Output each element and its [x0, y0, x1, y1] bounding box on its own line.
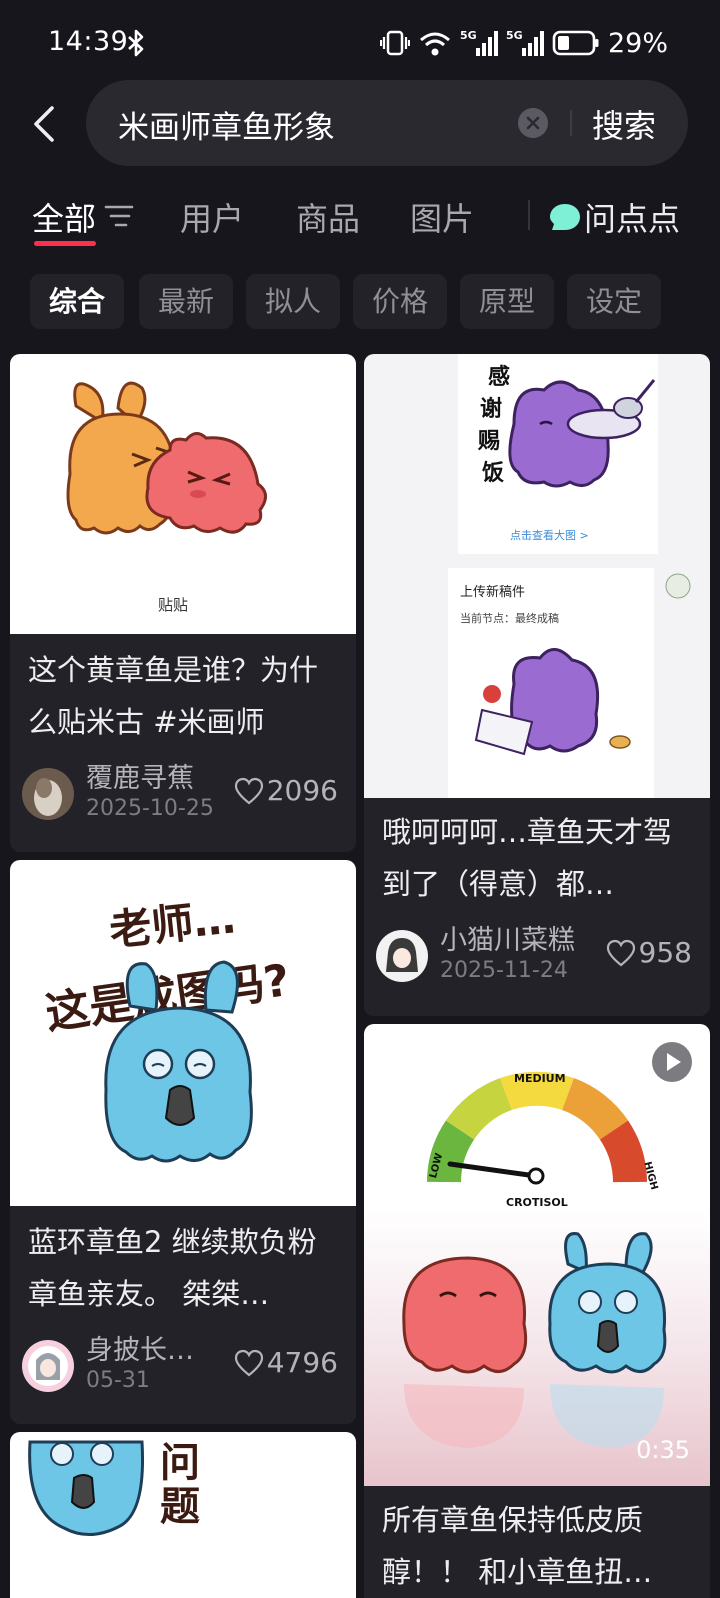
search-divider — [570, 110, 572, 136]
result-card[interactable]: 感 谢 赐 饭 点击查看大图 > 上传新稿件 当前节点：最终成稿 哦呵呵呵…章鱼… — [364, 354, 710, 1016]
avatar[interactable] — [22, 1340, 74, 1392]
blue-octopus-partial-illustration: 问 题 — [28, 1440, 200, 1536]
cortisol-gauge-illustration: MEDIUM LOW HIGH CROTISOL — [402, 1071, 667, 1448]
filter-chips: 综合 最新 拟人 价格 原型 设定 — [0, 274, 720, 332]
tab-separator — [528, 200, 530, 230]
vertical-text-3: 赐 — [477, 429, 500, 454]
vertical-text-4: 饭 — [482, 460, 504, 486]
card-title: 蓝环章鱼2 继续欺负粉章鱼亲友。 桀桀… — [28, 1225, 317, 1311]
card-image: 老师… 这是成图吗? — [10, 860, 356, 1206]
chip-anthro[interactable]: 拟人 — [246, 274, 340, 329]
wifi-icon — [420, 32, 450, 56]
search-query-text: 米画师章鱼形象 — [118, 110, 335, 146]
heart-icon — [606, 939, 635, 966]
search-input[interactable]: 米画师章鱼形象 搜索 — [86, 80, 688, 166]
status-time: 14:39 — [48, 26, 129, 57]
status-right: 5G 5G 29% — [379, 26, 668, 60]
image-text-1: 问 — [160, 1440, 200, 1486]
signal-5g-icon-2: 5G — [506, 29, 544, 56]
result-card[interactable]: 贴贴 这个黄章鱼是谁？为什么贴米古 #米画师 覆鹿寻蕉 2025-10-25 2… — [10, 354, 356, 852]
chip-original[interactable]: 原型 — [460, 274, 554, 329]
tab-goods[interactable]: 商品 — [296, 194, 360, 240]
gauge-title: CROTISOL — [506, 1196, 568, 1209]
like-button[interactable]: 4796 — [233, 1346, 338, 1379]
card-author[interactable]: 身披长… — [86, 1328, 194, 1367]
clear-icon[interactable] — [518, 108, 548, 138]
image-text-2: 题 — [160, 1484, 200, 1530]
card-image: 感 谢 赐 饭 点击查看大图 > 上传新稿件 当前节点：最终成稿 — [364, 354, 710, 798]
like-count: 4796 — [266, 1346, 338, 1379]
chat-bubble-icon — [550, 204, 580, 230]
battery-icon — [552, 30, 599, 56]
blue-octopus-illustration: 老师… 这是成图吗? — [43, 893, 293, 1163]
bluetooth-icon — [128, 29, 144, 57]
card-date: 2025-10-25 — [86, 796, 214, 821]
result-card[interactable]: 问 题 — [10, 1432, 356, 1598]
search-results-screen: 14:39 5G 5G 29% 米画师章鱼形象 搜索 全部 用户 商品 图片 问… — [0, 0, 720, 1598]
battery-percent: 29% — [607, 27, 668, 59]
status-bar: 14:39 5G 5G 29% — [0, 0, 720, 86]
image-text-line1: 老师… — [107, 893, 237, 955]
card-date: 05-31 — [86, 1368, 150, 1393]
result-card-video[interactable]: MEDIUM LOW HIGH CROTISOL 0:35 所有章鱼保持低皮质醇… — [364, 1024, 710, 1598]
tab-active-indicator — [34, 241, 96, 246]
chip-price[interactable]: 价格 — [353, 274, 447, 329]
result-card[interactable]: 老师… 这是成图吗? 蓝环章鱼2 继续欺负粉章鱼亲友。 桀桀… 身披长… 05-… — [10, 860, 356, 1424]
thanks-octopus-illustration: 感 谢 赐 饭 点击查看大图 > 上传新稿件 当前节点：最终成稿 — [448, 354, 691, 798]
like-button[interactable]: 2096 — [233, 774, 338, 807]
vertical-text-1: 感 — [488, 364, 510, 390]
card-title: 所有章鱼保持低皮质醇！！ 和小章鱼扭… — [382, 1503, 653, 1589]
heart-icon — [234, 777, 263, 804]
tab-users[interactable]: 用户 — [180, 194, 244, 240]
card-title: 这个黄章鱼是谁？为什么贴米古 #米画师 — [28, 653, 319, 739]
signal-5g-icon: 5G — [460, 29, 498, 56]
upload-label: 上传新稿件 — [460, 584, 525, 600]
filter-icon[interactable] — [104, 204, 134, 228]
image-caption: 贴贴 — [158, 596, 188, 614]
card-author[interactable]: 覆鹿寻蕉 — [86, 756, 194, 795]
vertical-text-2: 谢 — [480, 396, 502, 422]
card-date: 2025-11-24 — [440, 958, 568, 983]
card-title: 哦呵呵呵…章鱼天才驾到了（得意）都… — [382, 815, 673, 901]
vibrate-icon — [379, 30, 410, 56]
tab-all[interactable]: 全部 — [32, 194, 96, 240]
like-button[interactable]: 958 — [605, 936, 692, 969]
chip-setting[interactable]: 设定 — [567, 274, 661, 329]
tab-wendiandian[interactable]: 问点点 — [584, 194, 680, 240]
avatar[interactable] — [22, 768, 74, 820]
view-large-link[interactable]: 点击查看大图 > — [510, 528, 589, 542]
card-image: MEDIUM LOW HIGH CROTISOL 0:35 — [364, 1024, 710, 1486]
card-image: 贴贴 — [10, 354, 356, 634]
svg-text:5G: 5G — [506, 29, 523, 42]
back-arrow-icon[interactable] — [26, 100, 66, 148]
octopus-hug-illustration: 贴贴 — [66, 381, 267, 614]
gauge-medium: MEDIUM — [514, 1072, 566, 1085]
result-tabs: 全部 用户 商品 图片 问点点 — [0, 186, 720, 256]
like-count: 958 — [638, 936, 692, 969]
avatar[interactable] — [376, 930, 428, 982]
play-icon[interactable] — [652, 1042, 692, 1082]
node-label: 当前节点：最终成稿 — [460, 611, 559, 625]
video-duration: 0:35 — [636, 1436, 690, 1464]
like-count: 2096 — [266, 774, 338, 807]
chip-latest[interactable]: 最新 — [139, 274, 233, 329]
tab-images[interactable]: 图片 — [410, 194, 474, 240]
heart-icon — [234, 1349, 263, 1376]
card-author[interactable]: 小猫川菜糕 — [440, 918, 575, 957]
svg-text:5G: 5G — [460, 29, 477, 42]
card-image: 问 题 — [10, 1432, 356, 1598]
chip-comprehensive[interactable]: 综合 — [30, 274, 124, 329]
search-button[interactable]: 搜索 — [592, 101, 656, 147]
